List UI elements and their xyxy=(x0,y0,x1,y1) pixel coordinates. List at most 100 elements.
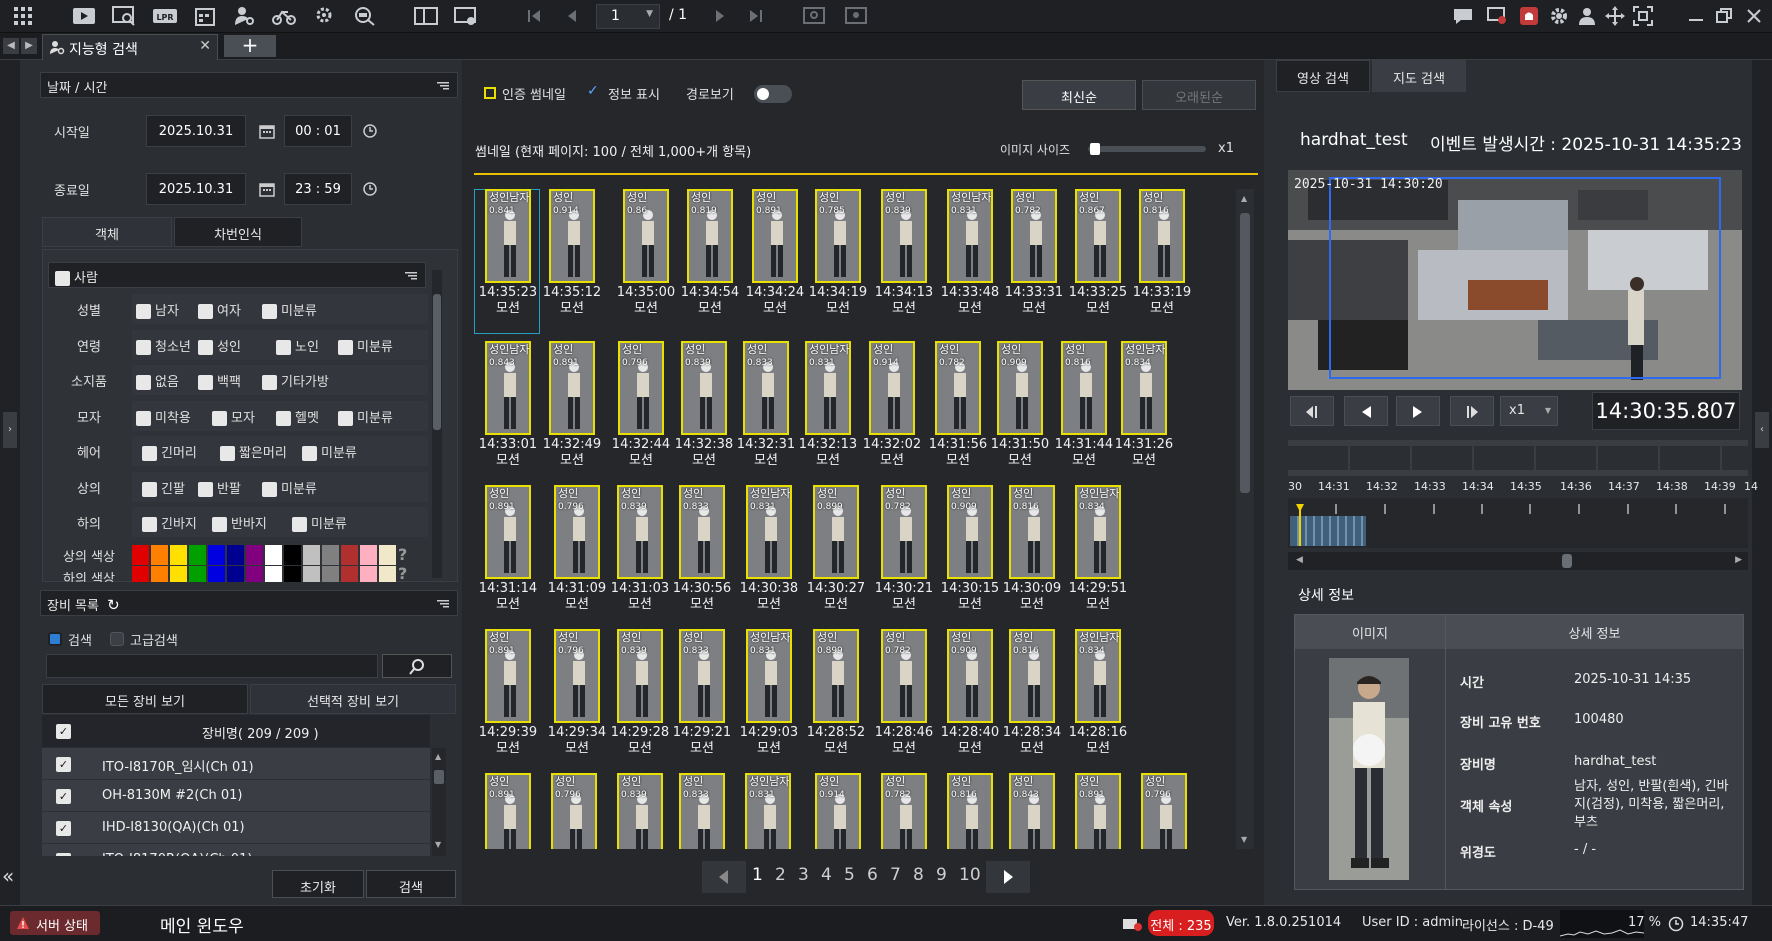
option-checkbox[interactable] xyxy=(338,410,353,426)
thumbnail-item[interactable]: 성인 0.816 14:28:34 모션 xyxy=(1002,629,1062,757)
view-selected-devices-tab[interactable]: 선택적 장비 보기 xyxy=(250,684,456,714)
option-checkbox[interactable] xyxy=(198,481,213,497)
scroll-right-icon[interactable]: ▶ xyxy=(1735,555,1742,565)
attribute-option[interactable]: 긴바지 xyxy=(142,513,197,532)
attribute-option[interactable]: 미분류 xyxy=(302,442,357,461)
scrollbar-thumb[interactable] xyxy=(1240,213,1250,493)
attribute-option[interactable]: 미분류 xyxy=(338,407,393,426)
thumbnail-item[interactable]: 성인 0.891 14:32:49 모션 xyxy=(542,341,602,469)
thumbnail-item[interactable]: 성인남자 0.834 14:29:51 모션 xyxy=(1068,485,1128,613)
thumbnail-item[interactable]: 성인 0.914 xyxy=(808,773,868,849)
color-swatch[interactable] xyxy=(360,545,377,565)
option-checkbox[interactable] xyxy=(302,446,317,461)
attribute-option[interactable]: 성인 xyxy=(198,336,241,355)
page-number[interactable]: 2 xyxy=(775,865,786,885)
thumbnail-image[interactable]: 성인 0.909 xyxy=(997,341,1043,435)
thumbnail-image[interactable]: 성인 0.899 xyxy=(813,629,859,723)
thumbnail-item[interactable]: 성인 0.839 14:32:38 모션 xyxy=(674,341,734,469)
tab-scroll-right-icon[interactable]: ▶ xyxy=(21,38,37,54)
color-swatch[interactable] xyxy=(246,545,263,565)
thumbnail-image[interactable]: 성인 0.843 xyxy=(1009,773,1055,849)
option-checkbox[interactable] xyxy=(262,304,277,319)
attribute-option[interactable]: 짧은머리 xyxy=(220,442,287,461)
scroll-down-icon[interactable]: ▼ xyxy=(1241,835,1247,844)
thumbnail-image[interactable]: 성인 0.782 xyxy=(881,773,927,849)
attribute-option[interactable]: 없음 xyxy=(136,371,179,390)
page-number[interactable]: 5 xyxy=(844,865,855,885)
clock-icon[interactable] xyxy=(362,181,378,197)
thumbnail-item[interactable]: 성인남자 0.841 14:35:23 모션 xyxy=(478,189,538,317)
grid-menu-icon[interactable] xyxy=(12,5,36,27)
option-checkbox[interactable] xyxy=(292,517,307,532)
thumbnail-image[interactable]: 성인 0.816 xyxy=(1061,341,1107,435)
thumbnail-item[interactable]: 성인 0.833 14:32:31 모션 xyxy=(736,341,796,469)
color-swatch[interactable] xyxy=(303,545,320,565)
event-monitor-icon[interactable] xyxy=(1486,5,1510,27)
attribute-option[interactable]: 미착용 xyxy=(136,407,191,426)
color-swatch[interactable] xyxy=(151,566,168,582)
scroll-down-icon[interactable]: ▼ xyxy=(435,840,441,849)
video-frame[interactable]: 2025-10-31 14:30:20 xyxy=(1288,170,1742,390)
thumbnail-item[interactable]: 성인 0.899 14:30:27 모션 xyxy=(806,485,866,613)
search-radio[interactable] xyxy=(48,632,62,646)
chat-icon[interactable] xyxy=(1452,5,1476,27)
lpr-icon[interactable]: LPR xyxy=(152,5,178,27)
thumbnail-image[interactable]: 성인남자 0.831 xyxy=(805,341,851,435)
option-checkbox[interactable] xyxy=(136,304,151,319)
color-swatch[interactable] xyxy=(341,545,358,565)
tab-smart-search[interactable]: 지능형 검색 ✕ xyxy=(42,34,218,60)
device-row[interactable]: ✓ OH-8130M #2(Ch 01) xyxy=(42,780,430,812)
thumbnail-image[interactable]: 성인남자 0.834 xyxy=(1075,485,1121,579)
thumbnail-image[interactable]: 성인 0.891 xyxy=(1075,773,1121,849)
thumbnail-item[interactable]: 성인 0.909 14:30:15 모션 xyxy=(940,485,1000,613)
color-swatch[interactable] xyxy=(379,566,396,582)
settings-search-icon[interactable] xyxy=(314,5,338,27)
user-icon[interactable] xyxy=(1576,5,1600,27)
thumbnail-item[interactable]: 성인남자 0.831 14:32:13 모션 xyxy=(798,341,858,469)
start-time-field[interactable]: 00 : 01 xyxy=(284,115,352,147)
thumbnail-item[interactable]: 성인 0.796 14:31:09 모션 xyxy=(547,485,607,613)
color-swatch[interactable] xyxy=(208,545,225,565)
video-search-icon[interactable] xyxy=(112,5,136,27)
device-checkbox[interactable]: ✓ xyxy=(56,757,71,772)
bicycle-icon[interactable] xyxy=(272,5,296,27)
thumbnail-image[interactable]: 성인남자 0.831 xyxy=(746,485,792,579)
cert-thumbnail-checkbox[interactable] xyxy=(484,87,496,99)
sort-newest-button[interactable]: 최신순 xyxy=(1022,80,1136,110)
device-row[interactable]: ✓ ITO-I8170R_임시(Ch 01) xyxy=(42,748,430,780)
option-checkbox[interactable] xyxy=(198,304,213,319)
play-button[interactable] xyxy=(1396,396,1440,426)
tab-close-icon[interactable]: ✕ xyxy=(199,38,211,54)
prev-page-icon[interactable] xyxy=(562,5,586,27)
color-swatch[interactable] xyxy=(132,545,149,565)
thumbnail-item[interactable]: 성인 0.867 14:33:25 모션 xyxy=(1068,189,1128,317)
color-swatch[interactable] xyxy=(265,566,282,582)
menu-icon[interactable] xyxy=(437,600,449,608)
color-swatch[interactable] xyxy=(246,566,263,582)
color-swatch[interactable] xyxy=(227,545,244,565)
play-video-icon[interactable] xyxy=(72,5,96,27)
next-page-button[interactable] xyxy=(986,861,1030,893)
option-checkbox[interactable] xyxy=(198,339,213,355)
step-forward-button[interactable] xyxy=(1450,396,1494,426)
close-icon[interactable] xyxy=(1744,5,1768,27)
attribute-option[interactable]: 백팩 xyxy=(198,371,241,390)
select-all-checkbox[interactable]: ✓ xyxy=(56,724,71,739)
thumbnail-item[interactable]: 성인 0.899 14:28:52 모션 xyxy=(806,629,866,757)
attribute-option[interactable]: 노인 xyxy=(276,336,319,355)
prev-page-button[interactable] xyxy=(702,861,746,893)
option-checkbox[interactable] xyxy=(142,481,157,497)
thumbnail-item[interactable]: 성인 0.782 14:28:46 모션 xyxy=(874,629,934,757)
thumbnail-item[interactable]: 성인 0.909 14:28:40 모션 xyxy=(940,629,1000,757)
thumbnail-image[interactable]: 성인 0.796 xyxy=(551,773,597,849)
first-page-icon[interactable] xyxy=(524,5,548,27)
thumbnail-item[interactable]: 성인 0.839 xyxy=(610,773,670,849)
timeline-bar[interactable] xyxy=(1288,498,1748,548)
thumbnail-image[interactable]: 성인남자 0.831 xyxy=(745,773,791,849)
thumbnail-item[interactable]: 성인 0.839 14:29:28 모션 xyxy=(610,629,670,757)
scrollbar-thumb[interactable] xyxy=(433,294,441,430)
expand-right-icon[interactable]: ‹ xyxy=(1755,412,1769,448)
attribute-option[interactable]: 미분류 xyxy=(262,478,317,497)
fullscreen-icon[interactable] xyxy=(1632,5,1656,27)
thumbnail-item[interactable]: 성인 0.816 14:30:09 모션 xyxy=(1002,485,1062,613)
